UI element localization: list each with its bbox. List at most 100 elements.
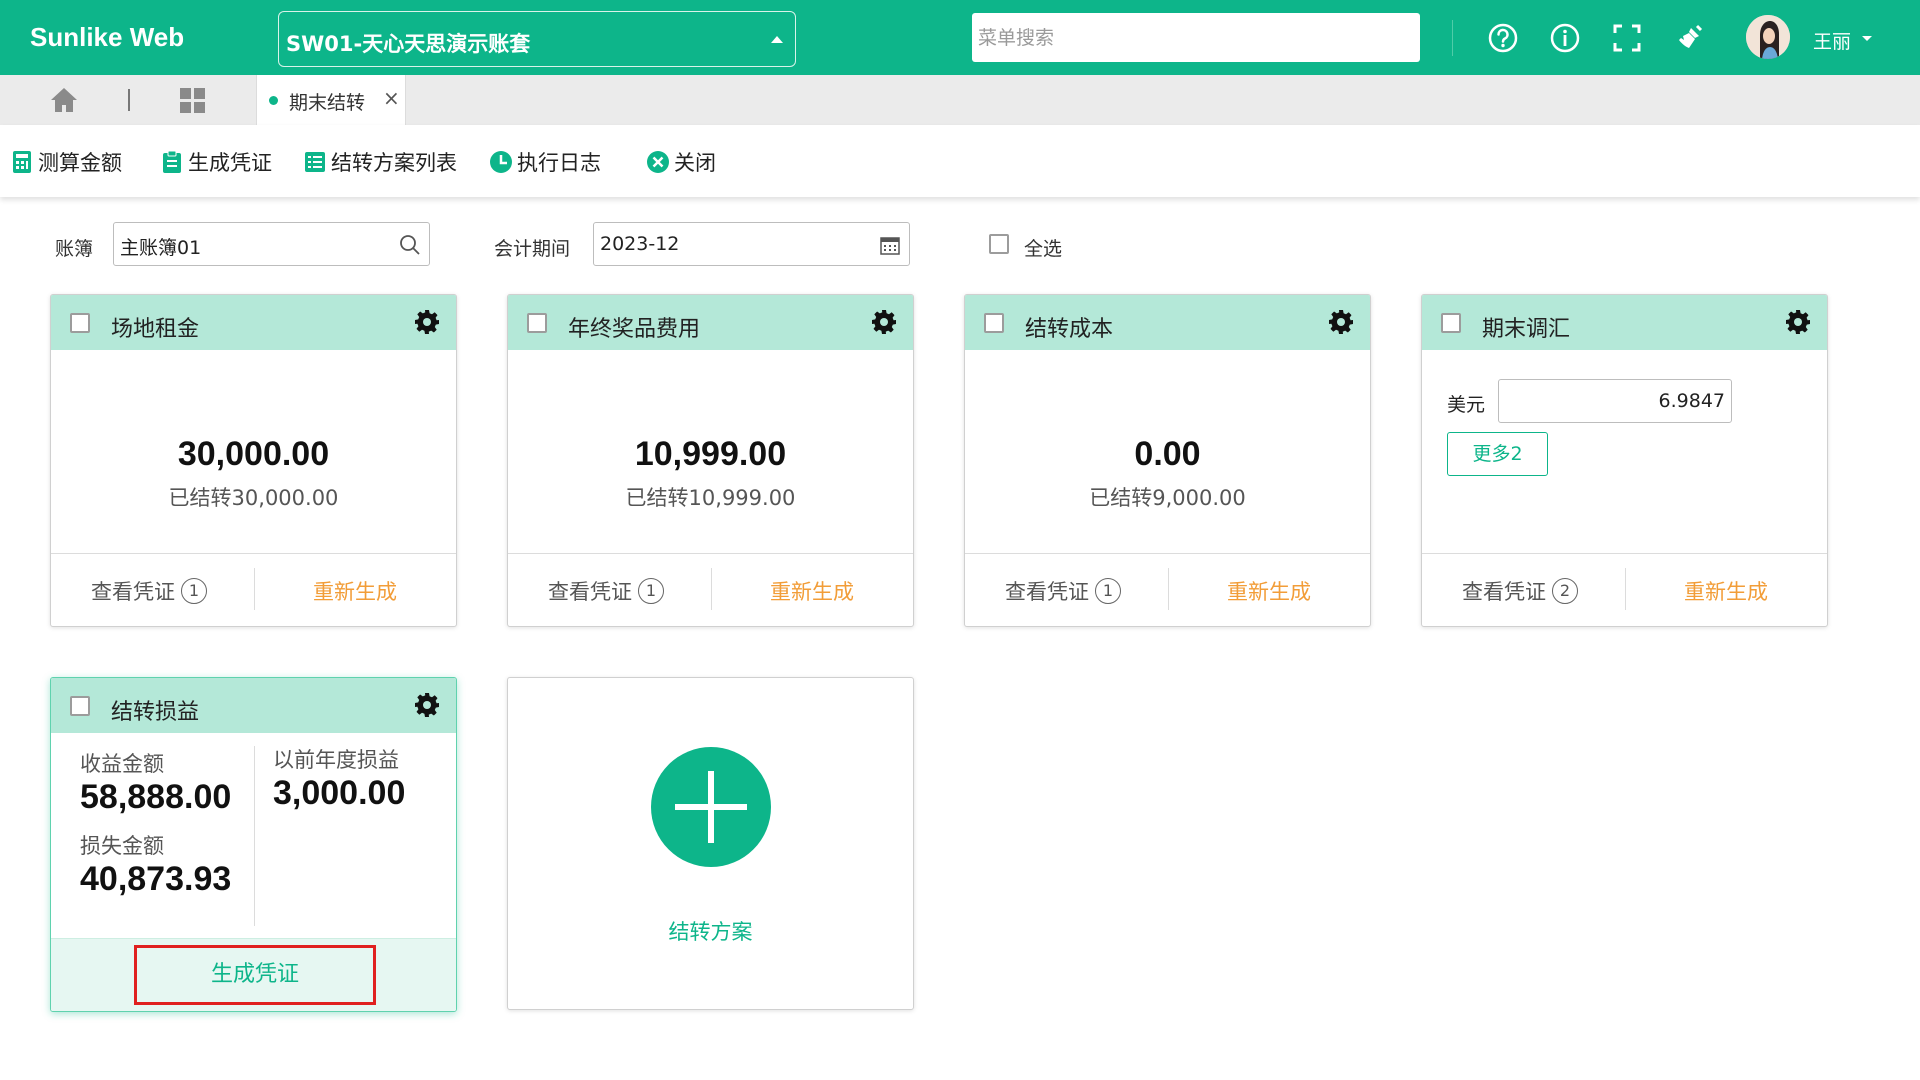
caret-down-icon[interactable] (1862, 36, 1872, 41)
footer-divider (254, 568, 255, 610)
card-title: 结转损益 (111, 700, 200, 725)
gear-icon[interactable] (414, 692, 440, 718)
card-footer: 查看凭证 2 重新生成 (1422, 553, 1827, 621)
more-button[interactable]: 更多2 (1447, 432, 1548, 476)
regenerate-link[interactable]: 重新生成 (1684, 576, 1768, 606)
clean-icon[interactable] (1673, 22, 1705, 54)
footer-divider (1168, 568, 1169, 610)
voucher-count-badge: 2 (1552, 578, 1578, 604)
card-checkbox[interactable] (1441, 313, 1461, 333)
clock-icon (490, 151, 512, 173)
search-icon[interactable] (399, 234, 421, 256)
card-transferred: 已结转10,999.00 (625, 486, 796, 510)
gear-icon[interactable] (1328, 309, 1354, 335)
select-all-label: 全选 (1024, 238, 1063, 260)
gear-icon[interactable] (871, 309, 897, 335)
execution-log-button[interactable]: 执行日志 (489, 147, 601, 177)
regenerate-link[interactable]: 重新生成 (770, 576, 854, 606)
voucher-count-badge: 1 (181, 578, 207, 604)
period-label: 会计期间 (494, 238, 571, 260)
list-icon (305, 152, 325, 172)
voucher-count-badge: 1 (1095, 578, 1121, 604)
view-voucher-label: 查看凭证 (91, 580, 175, 604)
card-header: 场地租金 (51, 295, 456, 350)
info-icon[interactable] (1549, 22, 1581, 54)
ledger-set-value: SW01-天心天思演示账套 (286, 32, 531, 56)
generate-voucher-button[interactable]: 生成凭证 (160, 147, 272, 177)
loss-value: 40,873.93 (80, 860, 232, 898)
active-dot-icon (269, 96, 278, 105)
calendar-icon[interactable] (879, 234, 901, 256)
card-amount: 0.00 (1134, 435, 1201, 473)
header-divider (1452, 20, 1453, 56)
add-plan-card[interactable]: 结转方案 (507, 677, 914, 1010)
user-name[interactable]: 王丽 (1813, 27, 1851, 54)
plus-icon[interactable] (651, 747, 771, 867)
plan-list-button[interactable]: 结转方案列表 (303, 147, 457, 177)
transfer-card: 结转成本 0.00 已结转9,000.00 查看凭证 1 重新生成 (964, 294, 1371, 627)
period-value: 2023-12 (600, 233, 680, 255)
transfer-card: 年终奖品费用 10,999.00 已结转10,999.00 查看凭证 1 重新生… (507, 294, 914, 627)
grid-icon[interactable] (180, 88, 206, 114)
view-voucher-label: 查看凭证 (548, 580, 632, 604)
help-icon[interactable] (1487, 22, 1519, 54)
regenerate-link[interactable]: 重新生成 (313, 576, 397, 606)
fullscreen-icon[interactable] (1611, 22, 1643, 54)
add-plan-label[interactable]: 结转方案 (508, 916, 913, 946)
exchange-adjust-card: 期末调汇 美元 6.9847 更多2 查看凭证 2 重新生成 (1421, 294, 1828, 627)
profit-loss-card: 结转损益 收益金额 58,888.00 损失金额 40,873.93 以前年度损… (50, 677, 457, 1012)
card-footer: 查看凭证 1 重新生成 (51, 553, 456, 621)
view-voucher-link[interactable]: 查看凭证 1 (1005, 576, 1121, 606)
avatar[interactable] (1746, 15, 1790, 59)
pl-divider (254, 746, 255, 926)
execution-log-label: 执行日志 (517, 151, 601, 175)
card-checkbox[interactable] (527, 313, 547, 333)
calc-amount-label: 测算金额 (38, 151, 122, 175)
period-field[interactable]: 2023-12 (593, 222, 910, 266)
card-title: 结转成本 (1025, 317, 1114, 342)
card-transferred: 已结转9,000.00 (1089, 486, 1246, 510)
select-all-checkbox[interactable] (989, 234, 1009, 254)
calc-amount-button[interactable]: 测算金额 (10, 147, 122, 177)
view-voucher-label: 查看凭证 (1005, 580, 1089, 604)
card-title: 期末调汇 (1482, 317, 1571, 342)
card-header: 期末调汇 (1422, 295, 1827, 350)
exchange-rate-input[interactable]: 6.9847 (1498, 379, 1732, 423)
tab-label: 期末结转 (289, 92, 366, 114)
close-button[interactable]: 关闭 (646, 147, 716, 177)
card-checkbox[interactable] (984, 313, 1004, 333)
card-checkbox[interactable] (70, 696, 90, 716)
tab-period-end-transfer[interactable]: 期末结转 × (256, 75, 406, 125)
clipboard-icon (163, 150, 181, 173)
close-label: 关闭 (674, 151, 716, 175)
close-icon[interactable]: × (383, 86, 400, 110)
prior-year-value: 3,000.00 (273, 774, 406, 812)
gear-icon[interactable] (1785, 309, 1811, 335)
book-label: 账簿 (55, 238, 94, 260)
prior-year-label: 以前年度损益 (273, 748, 399, 772)
tab-bar: 期末结转 × (0, 75, 1920, 125)
regenerate-link[interactable]: 重新生成 (1227, 576, 1311, 606)
menu-search-input[interactable] (972, 13, 1420, 62)
book-field[interactable]: 主账簿01 (113, 222, 430, 266)
toolbar: 测算金额 生成凭证 结转方案列表 执行日志 关闭 (0, 125, 1920, 197)
tab-divider (128, 89, 130, 111)
voucher-count-badge: 1 (638, 578, 664, 604)
view-voucher-link[interactable]: 查看凭证 1 (548, 576, 664, 606)
view-voucher-link[interactable]: 查看凭证 1 (91, 576, 207, 606)
generate-voucher-button[interactable]: 生成凭证 (134, 945, 376, 1005)
card-checkbox[interactable] (70, 313, 90, 333)
ledger-set-select[interactable]: SW01-天心天思演示账套 (278, 11, 796, 67)
card-footer: 生成凭证 (51, 938, 456, 1011)
transfer-card: 场地租金 30,000.00 已结转30,000.00 查看凭证 1 重新生成 (50, 294, 457, 627)
card-header: 年终奖品费用 (508, 295, 913, 350)
home-icon[interactable] (50, 87, 78, 113)
view-voucher-link[interactable]: 查看凭证 2 (1462, 576, 1578, 606)
card-title: 年终奖品费用 (568, 317, 701, 342)
book-value: 主账簿01 (120, 237, 202, 259)
gear-icon[interactable] (414, 309, 440, 335)
income-value: 58,888.00 (80, 778, 232, 816)
currency-label: 美元 (1447, 394, 1486, 416)
top-header: Sunlike Web SW01-天心天思演示账套 王丽 (0, 0, 1920, 75)
card-amount: 30,000.00 (177, 435, 330, 473)
